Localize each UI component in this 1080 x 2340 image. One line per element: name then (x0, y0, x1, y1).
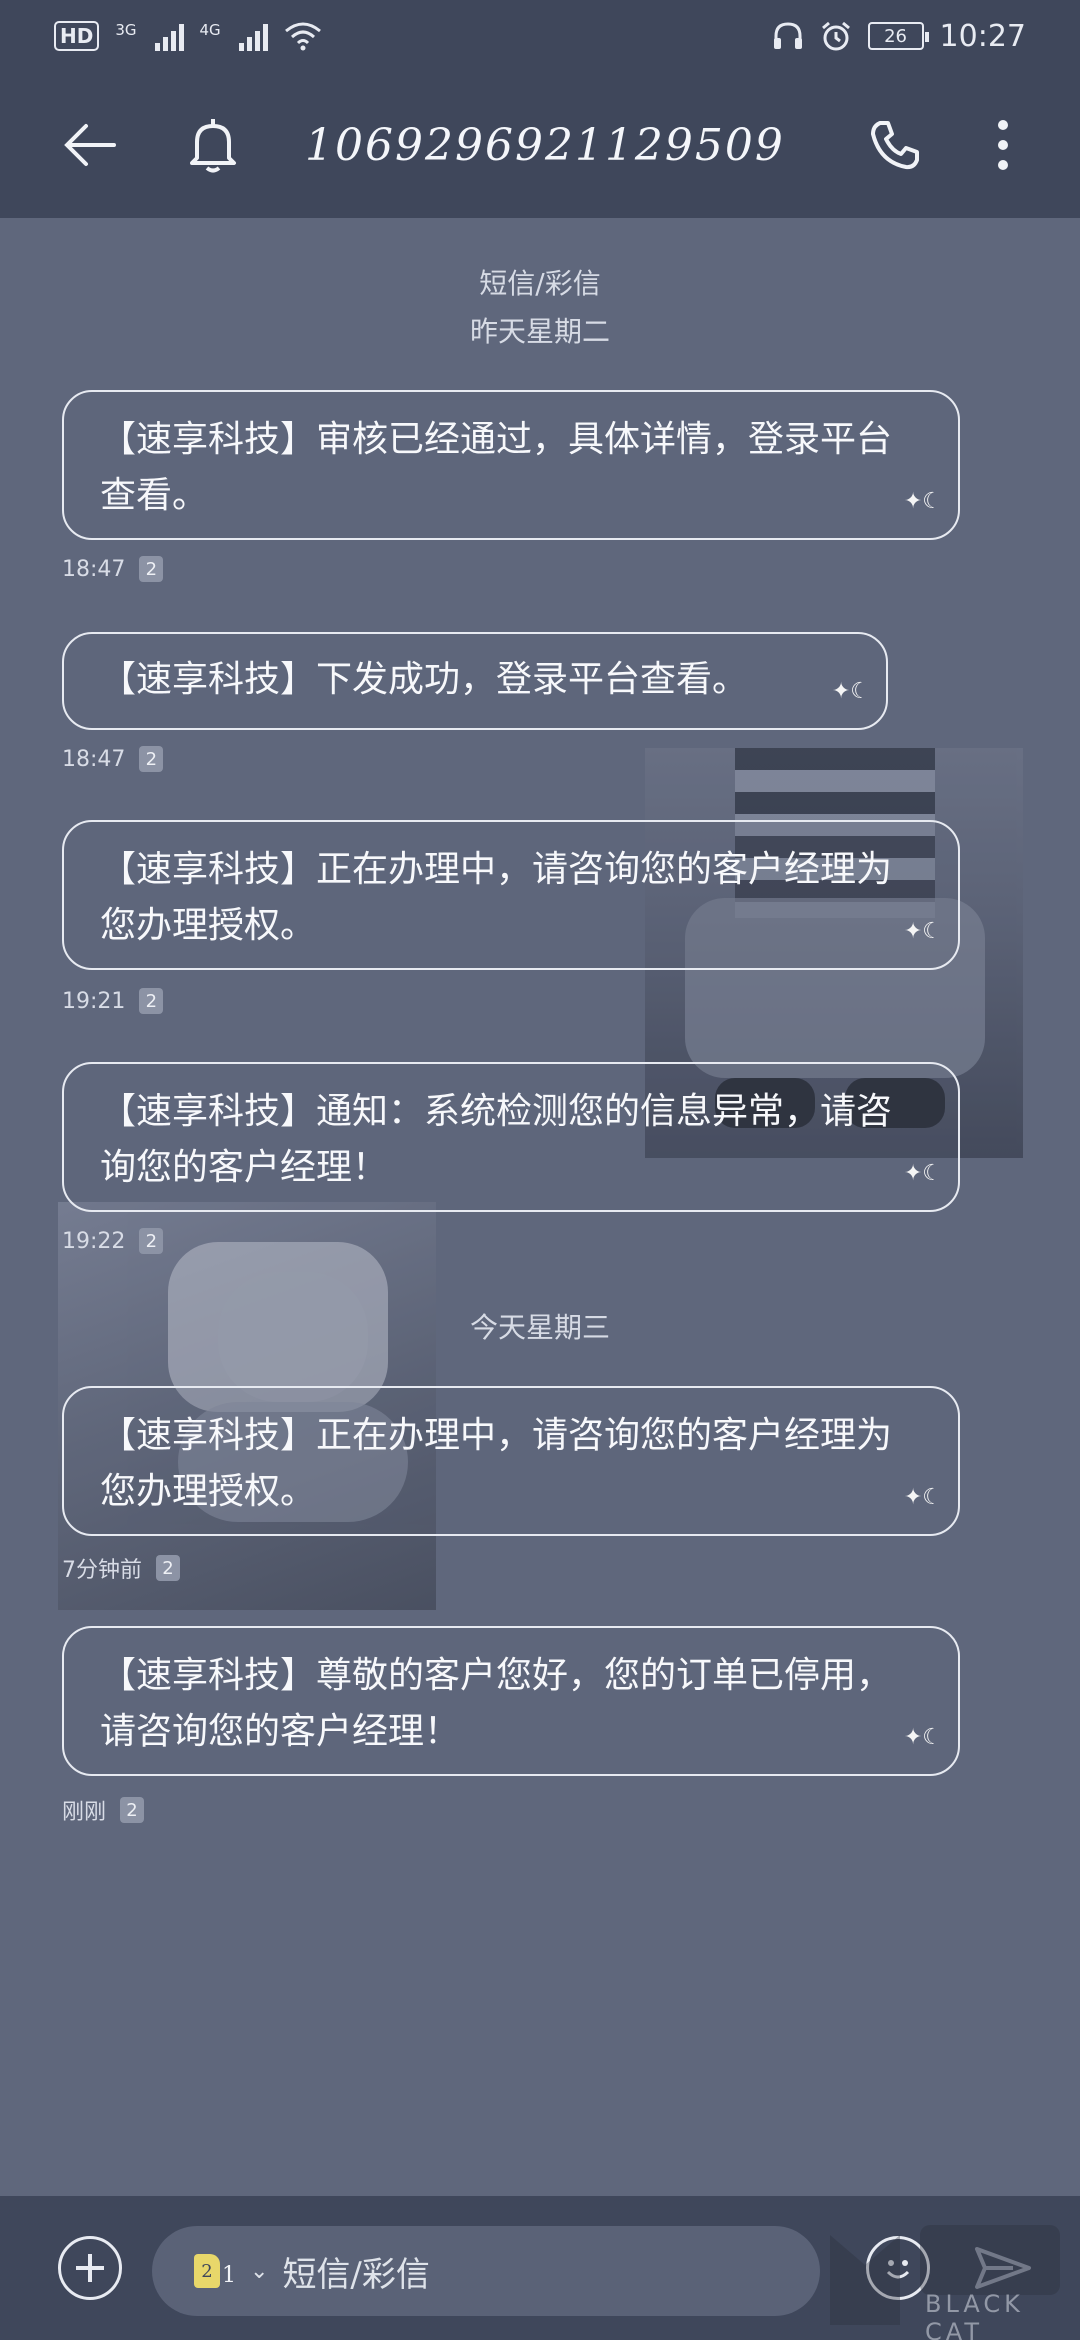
sim2-signal-icon (238, 21, 268, 51)
battery-indicator: 26 (867, 22, 929, 50)
sim-selector[interactable]: 2 1 (194, 2254, 236, 2288)
message-bubble[interactable]: 【速享科技】正在办理中，请咨询您的客户经理为您办理授权。 ✦☾ (62, 820, 960, 970)
status-bar: HD 3G 4G 26 10:27 (0, 0, 1080, 72)
conversation-header: 1069296921129509 (0, 72, 1080, 218)
message-bubble[interactable]: 【速享科技】下发成功，登录平台查看。 ✦☾ (62, 632, 888, 730)
more-options-button[interactable] (958, 100, 1048, 190)
moon-stars-icon: ✦☾ (903, 919, 942, 944)
message-text: 【速享科技】通知：系统检测您的信息异常，请咨询您的客户经理！ (100, 1091, 893, 1188)
watermark-text: BLACK CAT (925, 2290, 1024, 2340)
sim-badge: 2 (156, 1555, 180, 1581)
sim1-signal-icon (154, 21, 184, 51)
message-time: 19:22 (62, 1228, 126, 1254)
moon-stars-icon: ✦☾ (903, 1725, 942, 1750)
message-time: 18:47 (62, 746, 126, 772)
message-time: 18:47 (62, 556, 126, 582)
message-text: 【速享科技】正在办理中，请咨询您的客户经理为您办理授权。 (100, 1415, 893, 1512)
wifi-icon (284, 22, 321, 51)
message-input[interactable]: 2 1 ⌄ 短信/彩信 (152, 2226, 820, 2316)
add-attachment-button[interactable] (58, 2236, 122, 2300)
sim-badge: 2 (139, 988, 164, 1014)
sim-card-icon: 2 (194, 2254, 220, 2288)
message-text: 【速享科技】尊敬的客户您好，您的订单已停用，请咨询您的客户经理！ (100, 1655, 893, 1752)
date-divider-yesterday: 昨天星期二 (469, 315, 610, 348)
message-meta: 18:47 2 (62, 746, 164, 772)
message-meta: 刚刚 2 (62, 1794, 145, 1826)
sim-badge: 2 (120, 1797, 145, 1823)
message-text: 【速享科技】正在办理中，请咨询您的客户经理为您办理授权。 (100, 849, 893, 946)
plus-icon (76, 2254, 104, 2282)
sim1-network-label: 3G (115, 21, 137, 39)
back-button[interactable] (45, 100, 135, 190)
message-meta: 7分钟前 2 (62, 1552, 180, 1584)
status-bar-right: 26 10:27 (772, 19, 1026, 54)
message-time: 19:21 (62, 988, 126, 1014)
sim2-network-label: 4G (199, 21, 221, 39)
message-bubble[interactable]: 【速享科技】正在办理中，请咨询您的客户经理为您办理授权。 ✦☾ (62, 1386, 960, 1536)
status-bar-left: HD 3G 4G (54, 21, 322, 51)
moon-stars-icon: ✦☾ (903, 489, 942, 514)
input-placeholder: 短信/彩信 (282, 2254, 430, 2295)
date-divider-today: 今天星期三 (469, 1311, 610, 1344)
sim-badge: 2 (139, 1228, 164, 1254)
clock: 10:27 (939, 18, 1026, 54)
sim-badge: 2 (139, 556, 164, 582)
notification-toggle-button[interactable] (168, 100, 258, 190)
alarm-icon (821, 21, 850, 51)
moon-stars-icon: ✦☾ (903, 1485, 942, 1510)
message-meta: 19:21 2 (62, 988, 164, 1014)
sim-number: 1 (222, 2263, 236, 2288)
message-bubble[interactable]: 【速享科技】通知：系统检测您的信息异常，请咨询您的客户经理！ ✦☾ (62, 1062, 960, 1212)
message-time: 刚刚 (62, 1800, 107, 1825)
message-bubble[interactable]: 【速享科技】审核已经通过，具体详情，登录平台查看。 ✦☾ (62, 390, 960, 540)
sim-badge: 2 (139, 746, 164, 772)
message-time: 7分钟前 (62, 1558, 142, 1583)
message-meta: 19:22 2 (62, 1228, 164, 1254)
chevron-down-icon[interactable]: ⌄ (250, 2259, 268, 2284)
message-type-label: 短信/彩信 (479, 267, 601, 300)
call-button[interactable] (850, 100, 940, 190)
bell-icon (190, 119, 236, 173)
phone-icon (871, 121, 919, 170)
message-meta: 18:47 2 (62, 556, 164, 582)
message-text: 【速享科技】下发成功，登录平台查看。 (100, 659, 749, 700)
moon-stars-icon: ✦☾ (903, 1161, 942, 1186)
more-vertical-icon (998, 120, 1008, 170)
message-bubble[interactable]: 【速享科技】尊敬的客户您好，您的订单已停用，请咨询您的客户经理！ ✦☾ (62, 1626, 960, 1776)
conversation-title: 1069296921129509 (305, 120, 785, 171)
moon-stars-icon: ✦☾ (831, 679, 870, 704)
message-text: 【速享科技】审核已经通过，具体详情，登录平台查看。 (100, 419, 893, 516)
headphones-icon (773, 22, 802, 49)
arrow-left-icon (64, 124, 116, 166)
hd-indicator: HD (54, 21, 100, 51)
